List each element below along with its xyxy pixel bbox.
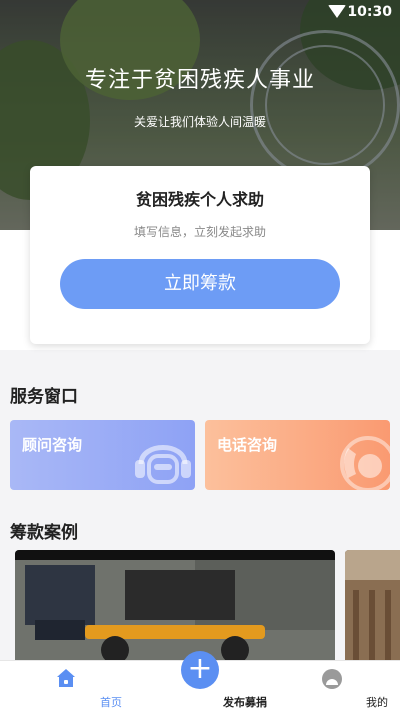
hero-subtitle: 关爱让我们体验人间温暖 <box>133 115 266 129</box>
plus-icon: + <box>181 651 219 689</box>
help-card: 贫困残疾个人求助 填写信息，立刻发起求助 立即筹款 <box>30 166 370 344</box>
help-card-title: 贫困残疾个人求助 <box>135 190 264 209</box>
case-card-next[interactable] <box>345 550 400 670</box>
raise-funds-button[interactable]: 立即筹款 <box>60 259 340 309</box>
services-title: 服务窗口 <box>10 387 78 407</box>
nav-profile[interactable]: 我的 <box>287 661 388 710</box>
consultant-service-card[interactable]: 顾问咨询 <box>10 420 195 490</box>
consultant-service-label: 顾问咨询 <box>22 436 83 454</box>
nav-home[interactable]: 首页 <box>21 661 122 710</box>
nav-home-label: 首页 <box>100 696 122 709</box>
phone-icon <box>340 436 390 490</box>
status-bar: 10:30 <box>0 0 400 24</box>
home-icon <box>57 669 75 687</box>
headset-icon <box>135 445 191 484</box>
phone-service-card[interactable]: 电话咨询 <box>205 420 390 490</box>
case-card[interactable] <box>15 550 335 670</box>
nav-post-label: 发布募捐 <box>223 696 267 709</box>
app-screen: 10:30 专注于贫困残疾人事业 关爱让我们体验人间温暖 贫困残疾个人求助 填写… <box>0 0 400 710</box>
help-card-subtitle: 填写信息，立刻发起求助 <box>133 225 266 239</box>
profile-icon <box>322 669 342 689</box>
phone-service-label: 电话咨询 <box>217 436 278 454</box>
cases-title: 筹款案例 <box>10 523 78 543</box>
status-time: 10:30 <box>347 4 392 20</box>
hero-title: 专注于贫困残疾人事业 <box>84 68 315 93</box>
case-photo <box>15 560 335 670</box>
nav-profile-label: 我的 <box>366 696 388 709</box>
wifi-icon <box>328 5 346 18</box>
nav-post-donation[interactable]: + 发布募捐 <box>155 651 267 710</box>
case-photo-next <box>345 550 400 670</box>
bottom-nav: 首页 + 发布募捐 我的 <box>0 651 400 710</box>
